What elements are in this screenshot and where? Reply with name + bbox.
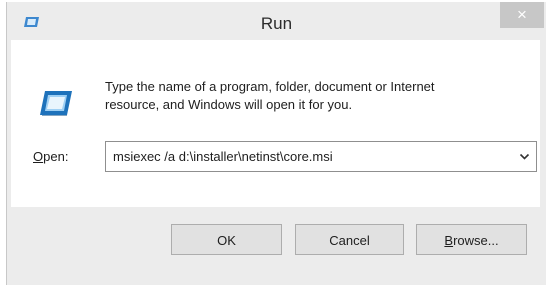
browse-label: rowse... [453, 233, 499, 248]
message-line-1: Type the name of a program, folder, docu… [105, 79, 435, 94]
close-icon[interactable]: × [517, 5, 527, 24]
open-label: Open: [33, 149, 68, 164]
dialog-content: Type the name of a program, folder, docu… [11, 40, 540, 207]
title-bar[interactable]: Run × [7, 2, 546, 40]
run-icon [40, 91, 72, 116]
close-button[interactable]: × [500, 2, 544, 28]
chevron-down-icon[interactable] [519, 152, 530, 161]
cancel-button[interactable]: Cancel [295, 224, 404, 255]
open-label-text: pen: [43, 149, 69, 164]
open-input[interactable] [106, 142, 510, 171]
open-combobox[interactable] [105, 141, 537, 172]
message-line-2: resource, and Windows will open it for y… [105, 97, 353, 112]
run-dialog: Run × Type the name of a program, folder… [6, 2, 546, 285]
ok-button[interactable]: OK [171, 224, 282, 255]
open-label-mnemonic: O [33, 149, 44, 164]
browse-button[interactable]: Browse... [416, 224, 527, 255]
browse-mnemonic: B [444, 233, 454, 248]
dialog-message: Type the name of a program, folder, docu… [105, 78, 525, 114]
window-title: Run [260, 14, 293, 33]
